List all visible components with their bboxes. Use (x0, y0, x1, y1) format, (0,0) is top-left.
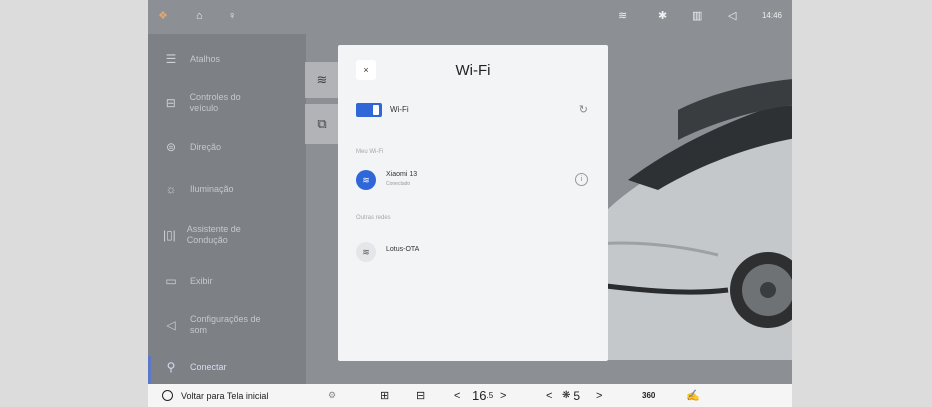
temp-decimal: .5 (486, 391, 494, 400)
sidebar-item-conectar[interactable]: ⚲ Conectar (160, 360, 300, 374)
sidebar-item-vehicle-controls[interactable]: ⊟ Controles do veículo (160, 92, 270, 114)
wifi-quick-button[interactable]: ≋ (305, 62, 339, 98)
bottom-bar: Voltar para Tela inicial ⚙ ⊞ ⊟ < 16.5 > … (148, 384, 792, 407)
sidebar-item-atalhos[interactable]: ☰ Atalhos (160, 52, 300, 66)
bell-icon[interactable]: ⌂ (196, 10, 203, 22)
sidebar-item-label: Atalhos (190, 54, 221, 64)
assist-icon: |▯| (162, 227, 176, 242)
seat-heat-icon[interactable]: ⚙ (328, 388, 336, 403)
wifi-toggle-label: Wi-Fi (390, 105, 409, 114)
mic-icon[interactable]: ♀ (228, 10, 236, 22)
sidebar-item-direcao[interactable]: ⊜ Direção (160, 140, 300, 154)
parking-icon[interactable]: ✍ (686, 388, 700, 403)
temperature-display: 16.5 (472, 388, 493, 403)
wifi-dialog: × Wi-Fi Wi-Fi ↻ Meu Wi-Fi ≋ Xiaomi 13 Co… (338, 45, 608, 361)
display-icon: ▭ (165, 274, 177, 288)
volume-icon[interactable]: ◁ (728, 10, 736, 22)
sound-icon: ◁ (166, 317, 176, 332)
temp-down-button[interactable]: < (454, 388, 460, 403)
steering-icon: ⊜ (165, 140, 177, 154)
temp-up-button[interactable]: > (500, 388, 506, 403)
fan-icon: ❋ (562, 390, 571, 401)
link-icon: ⚲ (166, 360, 176, 374)
other-networks-label: Outras redes (356, 215, 391, 221)
wifi-network-icon: ≋ (356, 242, 376, 262)
sidebar-item-sound-settings[interactable]: ◁ Configurações de som (160, 314, 280, 336)
camera-360-label: 360 (642, 391, 656, 400)
settings-sidebar: ☰ Atalhos ⊟ Controles do veículo ⊜ Direç… (148, 34, 306, 384)
refresh-icon[interactable]: ↻ (579, 103, 588, 116)
sidebar-item-label: Direção (190, 142, 222, 152)
home-label: Voltar para Tela inicial (181, 390, 269, 401)
other-network-name[interactable]: Lotus-OTA (386, 246, 419, 253)
camera-360-button[interactable]: 360 (642, 388, 655, 403)
app-icon[interactable]: ❖ (158, 10, 168, 22)
infotainment-screen: ❖ ⌂ ♀ ≋ ✱ ▥ ◁ 14:46 ☰ Atalhos ⊟ Controle… (148, 0, 792, 407)
clock: 14:46 (761, 11, 782, 20)
active-indicator (148, 356, 151, 384)
my-wifi-label: Meu Wi-Fi (356, 149, 384, 155)
screen-cast-icon: ⧉ (317, 116, 327, 131)
toggle-knob (373, 105, 379, 115)
sidebar-item-label: Conectar (190, 362, 227, 372)
sidebar-item-driving-assistant[interactable]: |▯| Assistente de Condução (160, 224, 270, 246)
connected-network-status: Conectado (386, 181, 411, 187)
screen-cast-quick-button[interactable]: ⧉ (305, 104, 339, 144)
sidebar-item-exibir[interactable]: ▭ Exibir (160, 274, 300, 288)
car-icon[interactable]: ⊟ (416, 388, 425, 403)
connected-network-name[interactable]: Xiaomi 13 (386, 171, 417, 178)
home-circle-icon (162, 390, 173, 401)
fan-down-button[interactable]: < (546, 388, 552, 403)
sidebar-item-label: Configurações de som (189, 314, 261, 335)
wifi-connected-icon: ≋ (356, 170, 376, 190)
sidebar-item-iluminacao[interactable]: ☼ Iluminação (160, 182, 300, 196)
info-icon[interactable]: i (575, 173, 588, 186)
home-button[interactable]: Voltar para Tela inicial (162, 388, 268, 403)
temp-value: 16 (472, 388, 487, 403)
dialog-title: Wi-Fi (455, 62, 491, 79)
sidebar-item-label: Assistente de Condução (186, 224, 241, 245)
apps-grid-icon[interactable]: ⊞ (380, 388, 389, 403)
fan-up-button[interactable]: > (596, 388, 602, 403)
status-bar: ❖ ⌂ ♀ ≋ ✱ ▥ ◁ 14:46 (148, 0, 792, 34)
light-icon: ☼ (165, 182, 177, 196)
bluetooth-icon: ✱ (658, 10, 668, 22)
signal-icon: ▥ (692, 10, 703, 22)
sidebar-item-label: Exibir (190, 276, 213, 286)
shortcuts-icon: ☰ (165, 52, 177, 66)
fan-display: ❋ 5 (562, 388, 580, 403)
wifi-toggle[interactable] (356, 103, 382, 117)
wifi-icon: ≋ (618, 10, 628, 22)
fan-level: 5 (573, 388, 581, 403)
car-icon: ⊟ (165, 95, 176, 110)
sidebar-item-label: Iluminação (190, 184, 234, 194)
wifi-icon: ≋ (316, 72, 328, 87)
sidebar-item-label: Controles do veículo (189, 92, 241, 113)
